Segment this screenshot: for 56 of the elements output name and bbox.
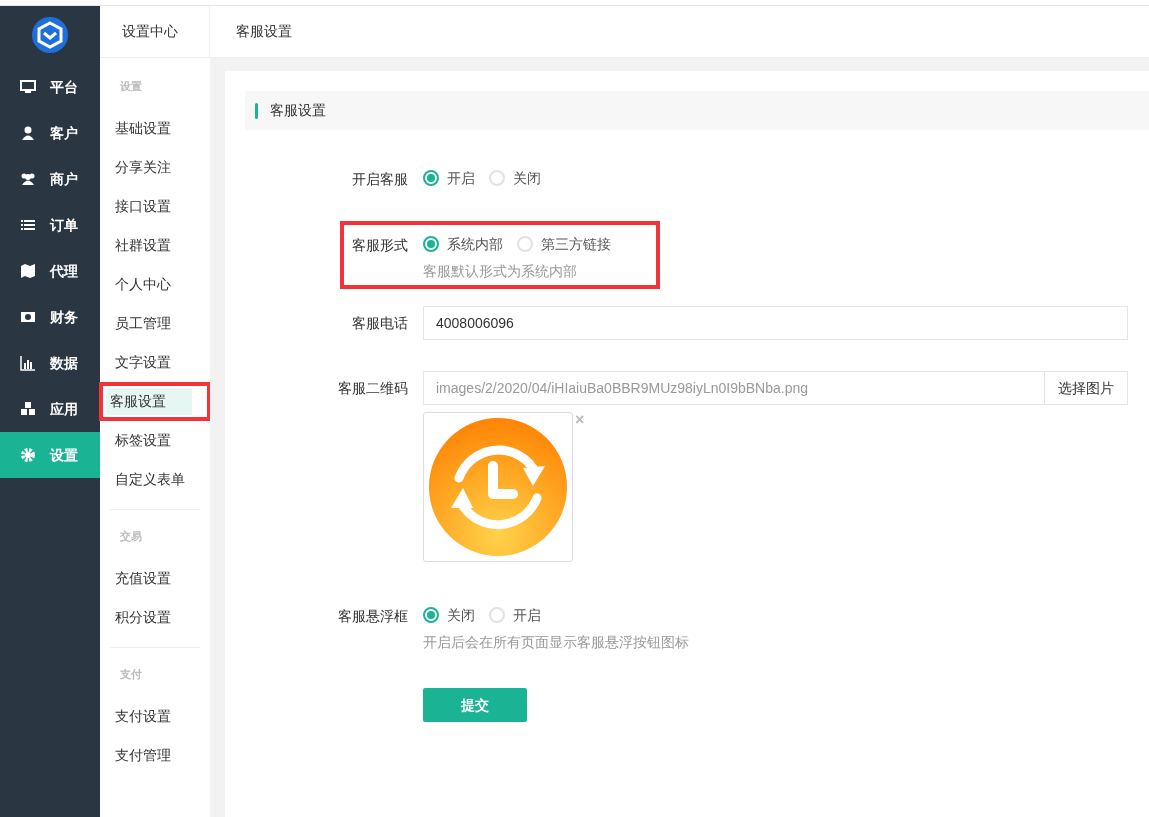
sidebar-item[interactable]: 商户 xyxy=(0,156,100,202)
user-icon xyxy=(20,125,36,141)
list-icon xyxy=(20,217,36,233)
banknote-icon xyxy=(20,309,36,325)
radio-option[interactable]: 开启 xyxy=(423,167,475,189)
subnav-item[interactable]: 支付管理 xyxy=(111,742,189,769)
help-text: 客服默认形式为系统内部 xyxy=(423,262,578,281)
field-label: 客服二维码 xyxy=(338,379,408,398)
radio-button[interactable] xyxy=(423,607,439,623)
text-field[interactable]: 4008006096 xyxy=(423,306,1128,340)
monitor-icon xyxy=(20,79,36,95)
breadcrumb: 客服设置 xyxy=(236,22,292,41)
subnav-item[interactable]: 个人中心 xyxy=(111,271,199,298)
choose-image-button[interactable]: 选择图片 xyxy=(1045,371,1128,405)
subnav-item[interactable]: 充值设置 xyxy=(111,565,189,592)
sidebar-item[interactable]: 客户 xyxy=(0,110,100,156)
group-label: 交易 xyxy=(119,529,143,544)
subnav-item[interactable]: 基础设置 xyxy=(111,115,199,142)
radio-option[interactable]: 关闭 xyxy=(489,167,541,189)
users-icon xyxy=(20,171,36,187)
field-label: 客服电话 xyxy=(352,314,408,333)
subnav-item[interactable]: 接口设置 xyxy=(111,193,199,220)
group-label: 支付 xyxy=(119,667,143,682)
help-text: 开启后会在所有页面显示客服悬浮按钮图标 xyxy=(423,633,690,652)
group-label: 设置 xyxy=(119,79,143,94)
subnav-item[interactable]: 客服设置 xyxy=(106,388,192,415)
sidebar-item[interactable]: 财务 xyxy=(0,294,100,340)
bar-chart-icon xyxy=(20,355,36,371)
subnav-item[interactable]: 自定义表单 xyxy=(111,466,199,493)
map-icon xyxy=(20,263,36,279)
sidebar-item[interactable]: 数据 xyxy=(0,340,100,386)
radio-button[interactable] xyxy=(423,236,439,252)
field-label: 客服悬浮框 xyxy=(338,607,408,626)
cubes-icon xyxy=(20,401,36,417)
sidebar-item[interactable]: 应用 xyxy=(0,386,100,432)
subnav-item[interactable]: 分享关注 xyxy=(111,154,199,181)
radio-option[interactable]: 系统内部 xyxy=(423,233,503,255)
subnav-item[interactable]: 标签设置 xyxy=(111,427,199,454)
field-label: 开启客服 xyxy=(352,170,408,189)
logo-icon xyxy=(32,17,68,53)
subnav-item[interactable]: 员工管理 xyxy=(111,310,199,337)
settings-icon xyxy=(20,447,36,463)
subnav-item[interactable]: 支付设置 xyxy=(111,703,189,730)
sidebar-item[interactable]: 代理 xyxy=(0,248,100,294)
sidebar-item[interactable]: 平台 xyxy=(0,64,100,110)
radio-option[interactable]: 关闭 xyxy=(423,604,475,626)
section-title: 客服设置 xyxy=(270,101,326,120)
sidebar-item[interactable]: 订单 xyxy=(0,202,100,248)
radio-option[interactable]: 第三方链接 xyxy=(517,233,611,255)
radio-button[interactable] xyxy=(423,170,439,186)
field-label: 客服形式 xyxy=(352,236,408,255)
subnav-item[interactable]: 积分设置 xyxy=(111,604,189,631)
subnav-item[interactable]: 社群设置 xyxy=(111,232,199,259)
subnav-item[interactable]: 文字设置 xyxy=(111,349,199,376)
radio-option[interactable]: 开启 xyxy=(489,604,541,626)
subnav-title: 设置中心 xyxy=(122,22,178,41)
